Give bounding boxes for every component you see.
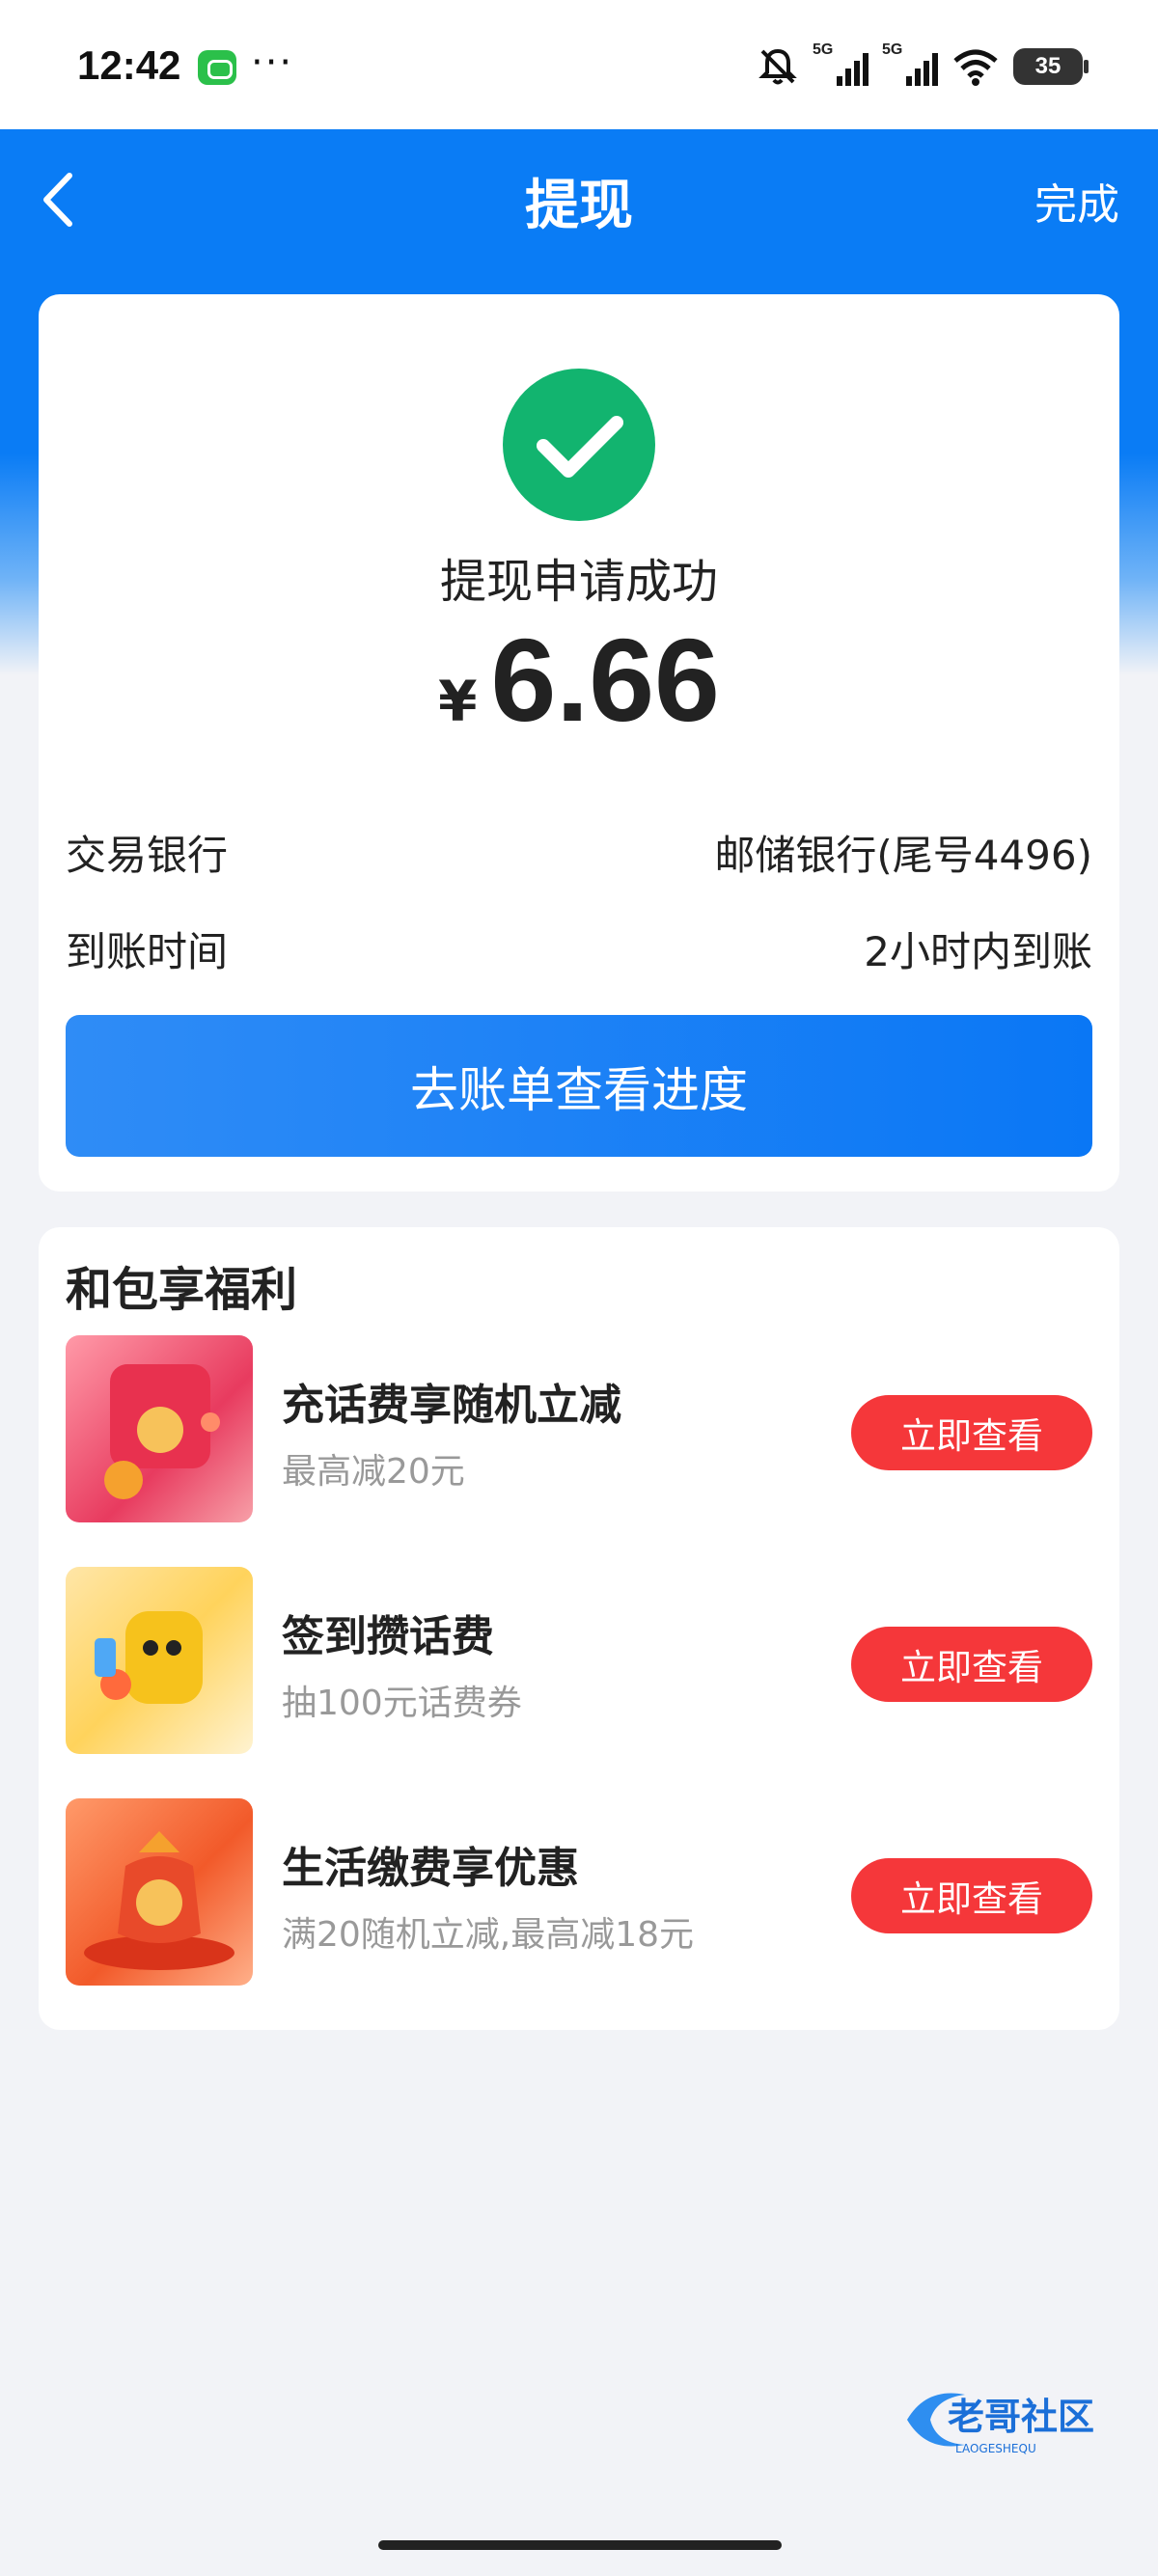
success-check-icon [503, 369, 655, 521]
benefit-desc: 满20随机立减,最高减18元 [282, 1915, 695, 1955]
bank-label: 交易银行 [66, 832, 229, 879]
benefit-name: 生活缴费享优惠 [282, 1844, 579, 1893]
red-envelope-promo-image [66, 1335, 253, 1522]
view-now-button[interactable]: 立即查看 [851, 1858, 1092, 1933]
wifi-icon [953, 49, 998, 86]
view-now-button[interactable]: 立即查看 [851, 1627, 1092, 1702]
svg-text:LAOGESHEQU: LAOGESHEQU [955, 2442, 1036, 2455]
view-now-button[interactable]: 立即查看 [851, 1395, 1092, 1470]
signal-icon-2: 5G [882, 41, 938, 88]
benefit-item-checkin[interactable]: 签到攒话费 抽100元话费券 立即查看 [66, 1567, 1092, 1754]
benefit-desc: 抽100元话费券 [282, 1684, 522, 1723]
lucky-bag-promo-image [66, 1798, 253, 1986]
done-button[interactable]: 完成 [1034, 170, 1119, 232]
result-title: 提现申请成功 [439, 555, 718, 609]
mute-bell-icon [758, 48, 797, 85]
signal-icon-1: 5G [813, 41, 868, 88]
benefit-name: 充话费享随机立减 [282, 1381, 621, 1430]
arrival-time-value: 2小时内到账 [864, 928, 1092, 975]
status-time: 12:42 [77, 42, 181, 88]
benefits-card: 和包享福利 充话费享随机立减 最高减20元 立即查看 签到攒话费 抽100元话费 [39, 1227, 1119, 2030]
withdraw-amount: ¥ 6.66 [39, 613, 1119, 748]
benefit-desc: 最高减20元 [282, 1452, 465, 1492]
watermark-logo: 老哥社区 LAOGESHEQU [907, 2393, 1094, 2455]
benefit-item-life-payment[interactable]: 生活缴费享优惠 满20随机立减,最高减18元 立即查看 [66, 1798, 1092, 1986]
battery-icon: 35 [1013, 48, 1089, 85]
benefit-item-recharge[interactable]: 充话费享随机立减 最高减20元 立即查看 [66, 1335, 1092, 1522]
home-indicator[interactable] [378, 2540, 782, 2550]
benefits-title: 和包享福利 [66, 1263, 298, 1317]
checkin-promo-image [66, 1567, 253, 1754]
bank-row: 交易银行 邮储银行(尾号4496) [66, 823, 1092, 882]
more-notifications-icon: ··· [251, 41, 294, 85]
message-icon [198, 50, 236, 85]
status-bar: 12:42 ··· 5G 5G 35 [0, 0, 1158, 129]
status-icons: 5G 5G 35 [757, 41, 1089, 91]
page-title: 提现 [525, 175, 633, 237]
amount-value: 6.66 [490, 615, 720, 746]
view-bill-progress-button[interactable]: 去账单查看进度 [66, 1015, 1092, 1157]
currency-symbol: ¥ [438, 669, 478, 734]
svg-text:老哥社区: 老哥社区 [948, 2396, 1094, 2438]
arrival-time-row: 到账时间 2小时内到账 [66, 919, 1092, 978]
bank-value: 邮储银行(尾号4496) [714, 832, 1092, 879]
arrival-time-label: 到账时间 [66, 928, 229, 975]
benefit-name: 签到攒话费 [282, 1612, 494, 1661]
withdraw-result-card: 提现申请成功 ¥ 6.66 交易银行 邮储银行(尾号4496) 到账时间 2小时… [39, 294, 1119, 1192]
